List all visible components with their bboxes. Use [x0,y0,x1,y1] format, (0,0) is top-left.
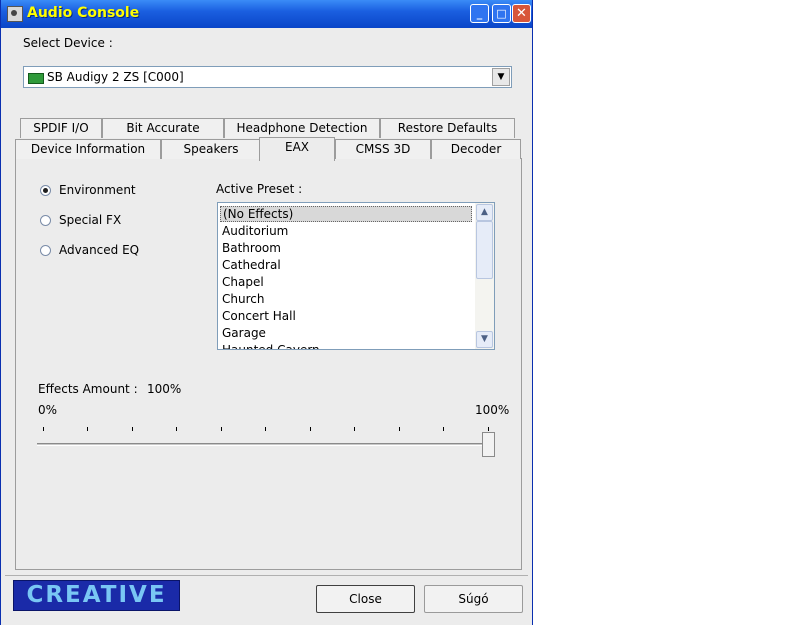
slider-min-label: 0% [38,403,58,417]
tab-device-information[interactable]: Device Information [15,139,161,159]
device-dropdown-value: SB Audigy 2 ZS [C000] [47,70,184,84]
tab-spdif-io[interactable]: SPDIF I/O [20,118,102,138]
preset-scrollbar[interactable]: ▲ ▼ [475,203,494,349]
minimize-button[interactable]: _ [470,4,489,23]
select-device-label: Select Device : [23,36,113,50]
sound-card-icon [28,73,44,84]
slider-tick [488,427,489,431]
slider-tick [265,427,266,431]
list-item[interactable]: Chapel [222,274,264,290]
effects-slider-track[interactable] [37,443,494,446]
list-item[interactable]: Bathroom [222,240,281,256]
footer-divider [5,575,528,576]
slider-tick [176,427,177,431]
scroll-thumb[interactable] [476,221,493,279]
list-item[interactable]: Auditorium [222,223,288,239]
help-button[interactable]: Súgó [424,585,523,613]
slider-max-label: 100% [475,403,510,417]
slider-tick [43,427,44,431]
tab-cmss-3d[interactable]: CMSS 3D [335,139,431,159]
list-item[interactable]: Cathedral [222,257,281,273]
slider-tick [443,427,444,431]
tab-eax[interactable]: EAX [259,137,335,161]
environment-label: Environment [59,183,136,197]
speaker-app-icon [7,6,23,22]
title-bar[interactable]: Audio Console _ □ ✕ [1,0,532,28]
list-item[interactable]: Haunted Cavern [222,342,320,349]
list-item[interactable]: (No Effects) [220,206,472,222]
tab-speakers[interactable]: Speakers [161,139,261,159]
advanced-eq-radio[interactable] [40,245,51,256]
tab-restore-defaults[interactable]: Restore Defaults [380,118,515,138]
chevron-down-icon[interactable]: ▼ [492,68,510,86]
list-item[interactable]: Garage [222,325,266,341]
tab-decoder[interactable]: Decoder [431,139,521,159]
creative-logo: CREATIVE [13,580,180,611]
slider-tick [310,427,311,431]
effects-amount-label: Effects Amount : [38,382,138,396]
slider-tick [132,427,133,431]
tab-bit-accurate[interactable]: Bit Accurate [102,118,224,138]
slider-tick [399,427,400,431]
effects-amount-value: 100% [147,382,182,396]
special-fx-label: Special FX [59,213,122,227]
advanced-eq-label: Advanced EQ [59,243,140,257]
slider-tick [354,427,355,431]
window-title: Audio Console [27,5,140,21]
special-fx-radio[interactable] [40,215,51,226]
slider-tick [221,427,222,431]
device-dropdown[interactable]: SB Audigy 2 ZS [C000] ▼ [23,66,512,88]
close-window-button[interactable]: ✕ [512,4,531,23]
scroll-up-icon[interactable]: ▲ [476,204,493,221]
close-button[interactable]: Close [316,585,415,613]
tab-headphone-detection[interactable]: Headphone Detection [224,118,380,138]
environment-radio[interactable] [40,185,51,196]
audio-console-window: Audio Console _ □ ✕ Select Device : SB A… [0,0,533,625]
preset-listbox[interactable]: (No Effects) Auditorium Bathroom Cathedr… [217,202,495,350]
list-item[interactable]: Concert Hall [222,308,296,324]
maximize-button[interactable]: □ [492,4,511,23]
list-item[interactable]: Church [222,291,264,307]
scroll-down-icon[interactable]: ▼ [476,331,493,348]
slider-tick [87,427,88,431]
active-preset-label: Active Preset : [216,182,303,196]
effects-slider-thumb[interactable] [482,432,495,457]
